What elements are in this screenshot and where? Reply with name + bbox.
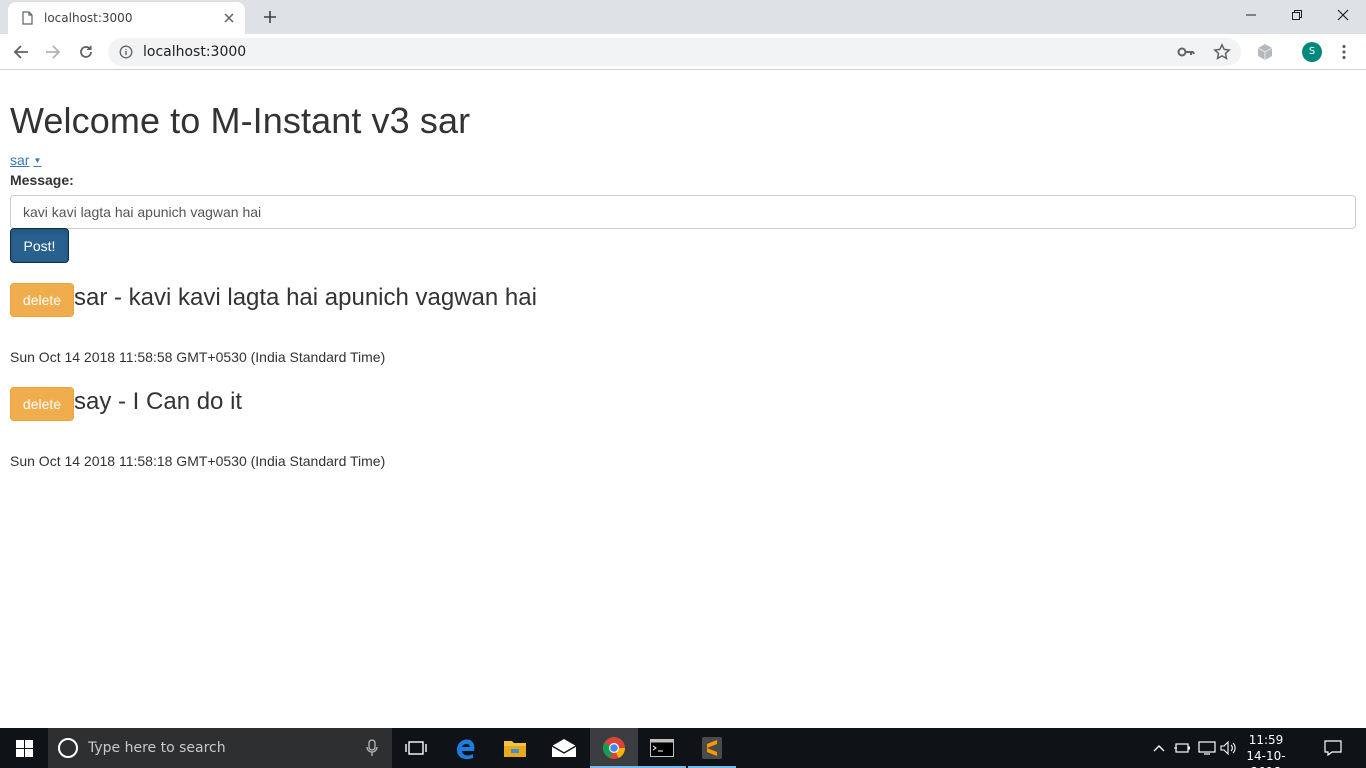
folder-icon	[504, 741, 526, 757]
terminal-icon	[650, 739, 674, 757]
close-window-button[interactable]	[1320, 0, 1366, 30]
tab-strip: localhost:3000	[0, 0, 1366, 34]
edge-icon	[457, 739, 475, 760]
key-icon[interactable]	[1177, 44, 1195, 60]
info-icon[interactable]	[119, 45, 133, 59]
task-view-button[interactable]	[392, 728, 440, 768]
browser-toolbar: localhost:3000 S	[0, 34, 1366, 70]
reload-button[interactable]	[76, 42, 96, 62]
tab-title: localhost:3000	[44, 11, 133, 25]
minimize-button[interactable]	[1228, 0, 1274, 30]
profile-avatar[interactable]: S	[1302, 42, 1322, 62]
task-view-icon	[405, 741, 427, 755]
microphone-icon[interactable]	[366, 739, 378, 757]
edge-app-button[interactable]	[442, 728, 490, 768]
clock-date: 14-10-2018	[1246, 749, 1286, 768]
new-tab-icon[interactable]	[262, 9, 278, 25]
message-timestamp: Sun Oct 14 2018 11:58:18 GMT+0530 (India…	[10, 453, 386, 469]
clock-time: 11:59	[1248, 733, 1284, 747]
close-icon	[1337, 9, 1349, 21]
volume-icon	[1220, 741, 1236, 755]
search-placeholder: Type here to search	[88, 740, 226, 756]
taskbar: Type here to search 11:59 14-10-	[0, 728, 1366, 768]
sublime-app-button[interactable]	[688, 728, 736, 768]
mail-icon	[551, 739, 577, 757]
post-button[interactable]: Post!	[10, 228, 69, 263]
arrow-left-icon	[13, 45, 28, 59]
chrome-app-button[interactable]	[590, 728, 638, 768]
chrome-icon	[603, 737, 625, 759]
page-icon	[22, 11, 33, 25]
action-center-button[interactable]	[1318, 728, 1348, 768]
page-title: Welcome to M-Instant v3 sar	[10, 100, 471, 141]
reload-icon	[80, 45, 92, 58]
message-timestamp: Sun Oct 14 2018 11:58:58 GMT+0530 (India…	[10, 349, 386, 365]
mail-app-button[interactable]	[540, 728, 588, 768]
star-icon[interactable]	[1213, 43, 1231, 61]
minimize-icon	[1246, 14, 1256, 16]
network-icon	[1198, 741, 1216, 755]
page-content: Welcome to M-Instant v3 sar sar ▼ Message…	[0, 71, 1366, 728]
extension-button[interactable]	[1255, 42, 1275, 62]
browser-tab[interactable]: localhost:3000	[8, 2, 245, 34]
delete-button[interactable]: delete	[10, 387, 74, 421]
delete-button[interactable]: delete	[10, 283, 74, 317]
clock[interactable]: 11:59 14-10-2018	[1240, 732, 1292, 768]
battery-button[interactable]	[1172, 728, 1192, 768]
caret-down-icon: ▼	[33, 156, 42, 165]
sublime-text-icon	[702, 737, 722, 759]
network-button[interactable]	[1196, 728, 1218, 768]
user-menu-label: sar	[10, 152, 30, 168]
restore-button[interactable]	[1274, 0, 1320, 30]
file-explorer-button[interactable]	[491, 728, 539, 768]
restore-icon	[1292, 10, 1302, 20]
address-bar[interactable]: localhost:3000	[108, 38, 1241, 66]
cortana-icon	[58, 738, 78, 758]
taskbar-search[interactable]: Type here to search	[48, 728, 392, 768]
message-label: Message:	[10, 172, 74, 188]
more-vertical-icon	[1342, 44, 1346, 60]
chevron-up-icon	[1153, 745, 1165, 752]
terminal-app-button[interactable]	[638, 728, 686, 768]
extension-icon	[1257, 44, 1273, 60]
start-button[interactable]	[0, 728, 48, 768]
url-text: localhost:3000	[143, 44, 247, 60]
message-input[interactable]	[10, 195, 1356, 229]
battery-icon	[1174, 743, 1190, 753]
show-hidden-icons[interactable]	[1150, 728, 1168, 768]
windows-logo-icon	[15, 739, 33, 757]
back-button[interactable]	[11, 42, 31, 62]
notification-icon	[1324, 740, 1342, 756]
arrow-right-icon	[46, 45, 61, 59]
message-text: say - I Can do it	[74, 388, 243, 415]
volume-button[interactable]	[1218, 728, 1240, 768]
user-menu-link[interactable]: sar ▼	[10, 152, 41, 168]
message-text: sar - kavi kavi lagta hai apunich vagwan…	[74, 284, 537, 311]
forward-button[interactable]	[43, 42, 63, 62]
menu-button[interactable]	[1334, 42, 1354, 62]
close-tab-icon[interactable]	[222, 11, 236, 25]
